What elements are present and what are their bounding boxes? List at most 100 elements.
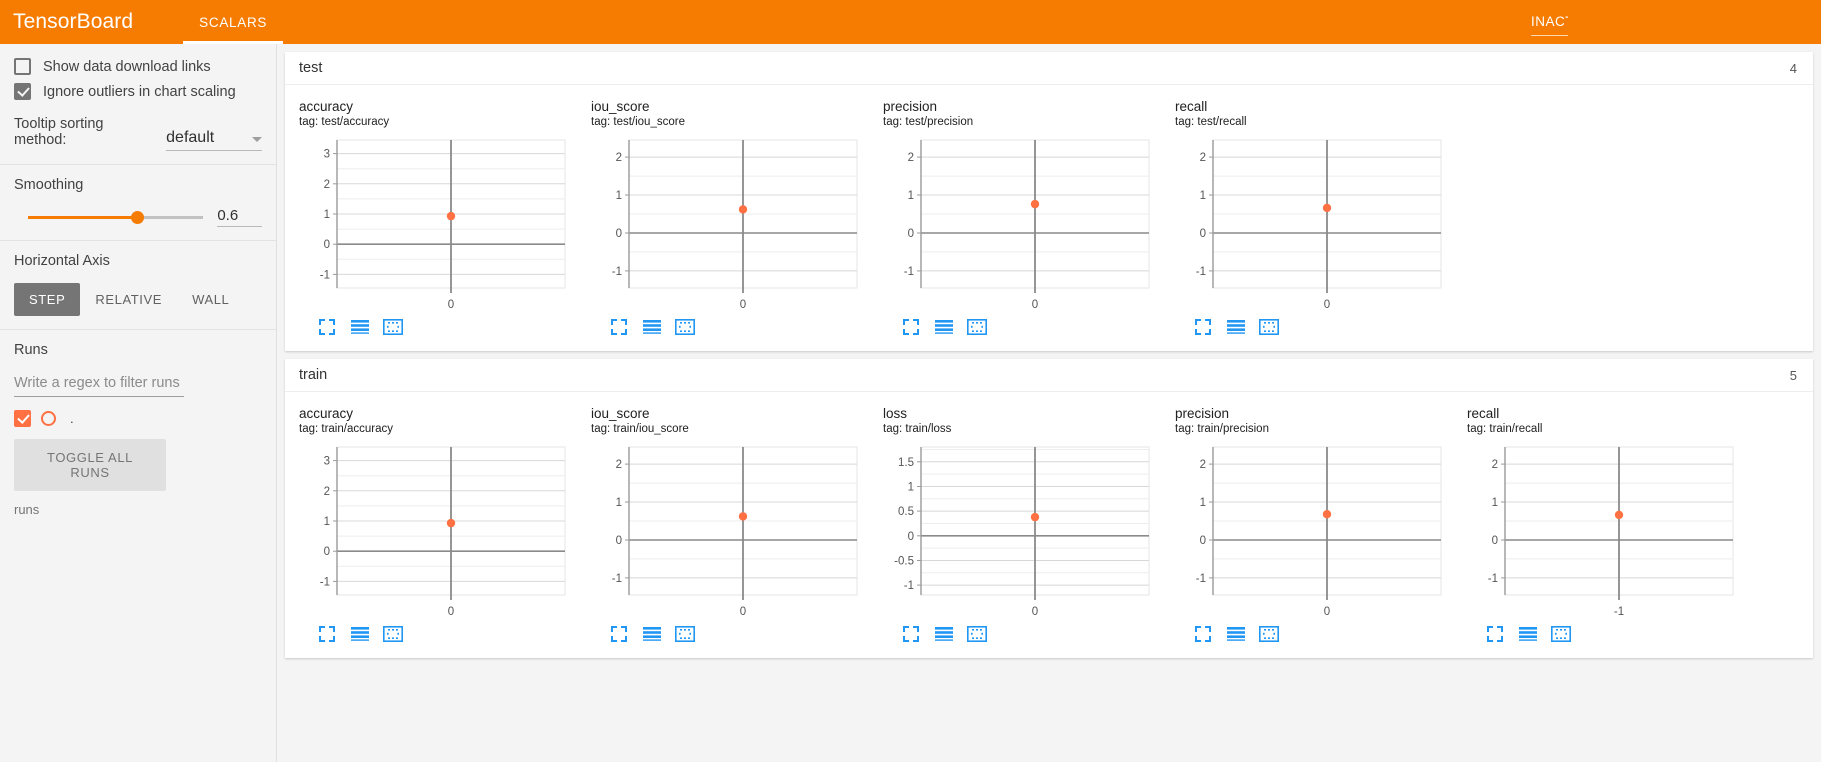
- svg-text:3: 3: [324, 456, 330, 468]
- toggle-y-axis-log-icon[interactable]: [1518, 624, 1538, 644]
- chart-title: iou_score: [591, 99, 650, 114]
- chart-plot[interactable]: 3 2 1 0 -1 0: [299, 134, 569, 314]
- fit-domain-to-data-icon[interactable]: [1259, 624, 1279, 644]
- svg-text:-1: -1: [1488, 573, 1498, 585]
- chart-plot[interactable]: 2 1 0 -1 0: [1175, 134, 1445, 314]
- charts-area[interactable]: test 4 accuracy tag: test/accuracy 3 2 1 0 -…: [277, 44, 1821, 762]
- haxis-button-step[interactable]: STEP: [14, 283, 81, 316]
- toggle-y-axis-log-icon[interactable]: [934, 624, 954, 644]
- chart-card-test-accuracy: accuracy tag: test/accuracy 3 2 1 0 -1 0: [299, 99, 591, 337]
- chart-plot-wrapper[interactable]: 2 1 0 -1 0: [883, 134, 1175, 314]
- fit-domain-to-data-icon[interactable]: [967, 624, 987, 644]
- group-header-test[interactable]: test 4: [285, 52, 1813, 85]
- chart-title: accuracy: [299, 99, 354, 114]
- svg-text:1: 1: [324, 516, 330, 528]
- fit-domain-to-data-icon[interactable]: [675, 317, 695, 337]
- toggle-y-axis-log-icon[interactable]: [350, 317, 370, 337]
- svg-text:-0.5: -0.5: [894, 556, 914, 568]
- tooltip-sorting-select[interactable]: default: [166, 129, 262, 151]
- chart-plot[interactable]: 2 1 0 -1 0: [591, 134, 861, 314]
- fit-domain-to-data-icon[interactable]: [383, 317, 403, 337]
- chart-plot-wrapper[interactable]: 2 1 0 -1 -1: [1467, 441, 1759, 621]
- haxis-button-relative[interactable]: RELATIVE: [80, 283, 177, 316]
- chart-plot[interactable]: 2 1 0 -1 0: [1175, 441, 1445, 621]
- expand-chart-icon[interactable]: [1485, 624, 1505, 644]
- expand-chart-icon[interactable]: [1193, 317, 1213, 337]
- chart-list-train: accuracy tag: train/accuracy 3 2 1 0 -1 0: [285, 392, 1813, 658]
- svg-text:0: 0: [908, 531, 914, 543]
- smoothing-slider[interactable]: [28, 208, 204, 226]
- chart-plot-wrapper[interactable]: 1.5 1 0.5 0 -0.5 -1 0: [883, 441, 1175, 621]
- chart-card-train-accuracy: accuracy tag: train/accuracy 3 2 1 0 -1 0: [299, 406, 591, 644]
- runs-footer-label: runs: [14, 502, 40, 517]
- svg-text:2: 2: [324, 179, 330, 191]
- smoothing-section: Smoothing 0.6: [0, 165, 276, 241]
- toggle-y-axis-log-icon[interactable]: [642, 624, 662, 644]
- horizontal-axis-buttons: STEP RELATIVE WALL: [14, 283, 262, 316]
- chart-actions: [1175, 317, 1467, 337]
- chart-tag: tag: train/recall: [1467, 423, 1543, 435]
- chart-plot-wrapper[interactable]: 2 1 0 -1 0: [1175, 441, 1467, 621]
- chart-plot[interactable]: 3 2 1 0 -1 0: [299, 441, 569, 621]
- chart-tag: tag: train/accuracy: [299, 423, 393, 435]
- smoothing-value-input[interactable]: 0.6: [217, 207, 262, 227]
- svg-text:0: 0: [1032, 299, 1038, 311]
- toggle-all-runs-button[interactable]: TOGGLE ALL RUNS: [14, 439, 166, 491]
- chart-list-test: accuracy tag: test/accuracy 3 2 1 0 -1 0: [285, 85, 1813, 351]
- run-name-label: .: [70, 411, 74, 426]
- expand-chart-icon[interactable]: [609, 624, 629, 644]
- svg-text:0: 0: [1324, 299, 1330, 311]
- expand-chart-icon[interactable]: [317, 317, 337, 337]
- chart-plot[interactable]: 2 1 0 -1 0: [591, 441, 861, 621]
- chart-title: recall: [1467, 406, 1500, 421]
- tab-scalars[interactable]: SCALARS: [183, 0, 284, 44]
- main-tabs: SCALARS: [183, 0, 284, 44]
- checkbox-show-data-download-links[interactable]: [14, 58, 31, 75]
- toggle-y-axis-log-icon[interactable]: [1226, 624, 1246, 644]
- chart-title: iou_score: [591, 406, 650, 421]
- runs-filter-input[interactable]: [14, 372, 184, 397]
- expand-chart-icon[interactable]: [609, 317, 629, 337]
- chart-tag: tag: test/precision: [883, 116, 974, 128]
- smoothing-row: 0.6: [14, 207, 262, 227]
- slider-knob[interactable]: [130, 211, 144, 224]
- run-list-item[interactable]: .: [14, 410, 262, 427]
- expand-chart-icon[interactable]: [1193, 624, 1213, 644]
- fit-domain-to-data-icon[interactable]: [675, 624, 695, 644]
- chart-plot-wrapper[interactable]: 3 2 1 0 -1 0: [299, 134, 591, 314]
- chart-plot-wrapper[interactable]: 3 2 1 0 -1 0: [299, 441, 591, 621]
- chart-plot[interactable]: 2 1 0 -1 0: [883, 134, 1153, 314]
- haxis-button-wall[interactable]: WALL: [177, 283, 244, 316]
- chart-plot-wrapper[interactable]: 2 1 0 -1 0: [591, 134, 883, 314]
- toggle-y-axis-log-icon[interactable]: [1226, 317, 1246, 337]
- expand-chart-icon[interactable]: [901, 624, 921, 644]
- checkbox-ignore-outliers[interactable]: [14, 83, 31, 100]
- chart-plot-wrapper[interactable]: 2 1 0 -1 0: [591, 441, 883, 621]
- checkbox-row-show-data-download-links[interactable]: Show data download links: [14, 58, 262, 75]
- app-body: Show data download links Ignore outliers…: [0, 44, 1821, 762]
- svg-text:0: 0: [1200, 228, 1206, 240]
- svg-text:1: 1: [1200, 190, 1206, 202]
- toggle-y-axis-log-icon[interactable]: [350, 624, 370, 644]
- chart-tag: tag: train/precision: [1175, 423, 1269, 435]
- tensorboard-app: TensorBoard SCALARS INACTIVE Show data d…: [0, 0, 1821, 762]
- chart-actions: [883, 624, 1175, 644]
- checkbox-row-ignore-outliers[interactable]: Ignore outliers in chart scaling: [14, 83, 262, 100]
- chart-plot[interactable]: 1.5 1 0.5 0 -0.5 -1 0: [883, 441, 1153, 621]
- toggle-y-axis-log-icon[interactable]: [642, 317, 662, 337]
- run-checkbox[interactable]: [14, 410, 31, 427]
- expand-chart-icon[interactable]: [317, 624, 337, 644]
- fit-domain-to-data-icon[interactable]: [1259, 317, 1279, 337]
- tooltip-sorting-label: Tooltip sorting method:: [14, 116, 104, 148]
- fit-domain-to-data-icon[interactable]: [1551, 624, 1571, 644]
- expand-chart-icon[interactable]: [901, 317, 921, 337]
- toggle-y-axis-log-icon[interactable]: [934, 317, 954, 337]
- chart-tag: tag: test/iou_score: [591, 116, 685, 128]
- group-header-train[interactable]: train 5: [285, 359, 1813, 392]
- chart-plot[interactable]: 2 1 0 -1 -1: [1467, 441, 1737, 621]
- svg-text:0: 0: [324, 546, 330, 558]
- fit-domain-to-data-icon[interactable]: [383, 624, 403, 644]
- fit-domain-to-data-icon[interactable]: [967, 317, 987, 337]
- chart-plot-wrapper[interactable]: 2 1 0 -1 0: [1175, 134, 1467, 314]
- label-ignore-outliers: Ignore outliers in chart scaling: [43, 83, 236, 100]
